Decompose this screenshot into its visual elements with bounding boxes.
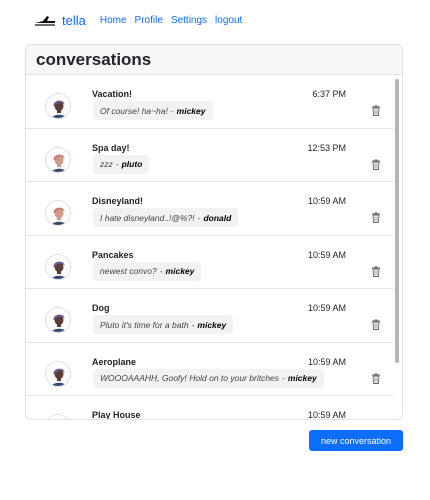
- avatar: [45, 360, 71, 387]
- conversation-row[interactable]: Spa day! zzz - pluto 12:53 PM: [26, 129, 395, 182]
- logo-icon: [35, 16, 55, 26]
- message-separator: -: [159, 266, 163, 276]
- avatar: [45, 200, 71, 226]
- avatar: [45, 253, 71, 280]
- last-message-text: WOOOAAAHH, Goofy! Hold on to your britch…: [100, 373, 280, 383]
- conversation-title: Dog: [92, 303, 110, 313]
- last-message-text: Of course! ha~ha!: [100, 105, 168, 116]
- last-message-author: mickey: [197, 319, 227, 330]
- trash-icon[interactable]: [371, 371, 381, 384]
- scrollbar-thumb[interactable]: [395, 79, 399, 363]
- last-message-bubble: WOOOAAAHH, Goofy! Hold on to your britch…: [93, 368, 324, 388]
- conversation-time: 10:59 AM: [307, 249, 346, 260]
- conversation-row[interactable]: Dog Pluto it's time for a bath - mickey 10:5…: [26, 289, 395, 343]
- nav-link-profile[interactable]: Profile: [135, 15, 163, 26]
- avatar: [45, 93, 71, 119]
- message-separator: -: [115, 159, 119, 169]
- conversation-title: Spa day!: [92, 142, 130, 153]
- avatar: [45, 307, 71, 333]
- conversation-time: 10:59 AM: [307, 303, 346, 313]
- card-title: conversations: [36, 49, 152, 69]
- scrollbar[interactable]: [393, 75, 402, 419]
- conversation-row[interactable]: Aeroplane WOOOAAAHH, Goofy! Hold on to yo…: [26, 343, 395, 396]
- last-message-bubble: zzz - pluto: [93, 154, 150, 174]
- top-nav: tella Home Profile Settings logout: [34, 10, 250, 30]
- message-separator: -: [170, 105, 174, 116]
- last-message-author: mickey: [165, 266, 195, 276]
- last-message-author: mickey: [287, 373, 317, 383]
- message-separator: -: [282, 373, 285, 383]
- conversation-time: 10:59 AM: [307, 410, 346, 419]
- message-separator: -: [197, 212, 201, 223]
- last-message-author: mickey: [176, 105, 206, 116]
- trash-icon[interactable]: [371, 103, 381, 116]
- nav-link-settings[interactable]: Settings: [171, 15, 207, 26]
- conversation-time: 12:53 PM: [307, 142, 346, 153]
- trash-icon[interactable]: [371, 210, 381, 223]
- message-separator: -: [191, 319, 195, 330]
- conversations-card: conversations Vacation! Of course! ha~ha!…: [25, 44, 403, 420]
- last-message-bubble: Of course! ha~ha! - mickey: [93, 101, 213, 120]
- nav-link-home[interactable]: Home: [100, 15, 127, 26]
- conversation-row[interactable]: Vacation! Of course! ha~ha! - mickey 6:37 PM: [26, 75, 395, 129]
- conversation-list-viewport: Vacation! Of course! ha~ha! - mickey 6:37 PM…: [26, 75, 402, 419]
- avatar: [45, 146, 71, 173]
- trash-icon[interactable]: [371, 157, 381, 170]
- conversation-row[interactable]: Pancakes newest convo? - mickey 10:59 AM: [26, 236, 395, 289]
- last-message-text: newest convo?: [100, 266, 157, 276]
- last-message-author: pluto: [121, 159, 143, 169]
- last-message-text: zzz: [100, 159, 113, 169]
- new-conversation-button[interactable]: new conversation: [309, 430, 403, 451]
- card-header: conversations: [26, 45, 402, 75]
- avatar: [45, 414, 71, 419]
- trash-icon[interactable]: [371, 317, 381, 330]
- last-message-author: donald: [203, 212, 232, 223]
- last-message-bubble: newest convo? - mickey: [93, 261, 202, 281]
- last-message-bubble: Pluto it's time for a bath - mickey: [93, 315, 234, 334]
- trash-icon[interactable]: [371, 264, 381, 277]
- nav-link-logout[interactable]: logout: [215, 15, 242, 26]
- conversation-title: Aeroplane: [92, 356, 137, 367]
- conversation-time: 6:37 PM: [312, 89, 346, 99]
- brand-link[interactable]: tella: [62, 13, 86, 28]
- conversation-title: Play House: [92, 410, 141, 419]
- conversation-title: Disneyland!: [92, 196, 144, 206]
- conversation-row[interactable]: Play House 10:59 AM: [26, 396, 395, 419]
- last-message-text: Pluto it's time for a bath: [100, 319, 189, 330]
- conversation-time: 10:59 AM: [307, 196, 346, 206]
- conversation-title: Vacation!: [92, 89, 133, 99]
- conversation-title: Pancakes: [92, 249, 134, 260]
- conversation-row[interactable]: Disneyland! I hate disneyland..!@%?! - dona…: [26, 182, 395, 236]
- last-message-text: I hate disneyland..!@%?!: [100, 212, 195, 223]
- last-message-bubble: I hate disneyland..!@%?! - donald: [93, 208, 239, 227]
- conversation-time: 10:59 AM: [307, 356, 346, 367]
- conversation-list: Vacation! Of course! ha~ha! - mickey 6:37 PM…: [26, 75, 395, 419]
